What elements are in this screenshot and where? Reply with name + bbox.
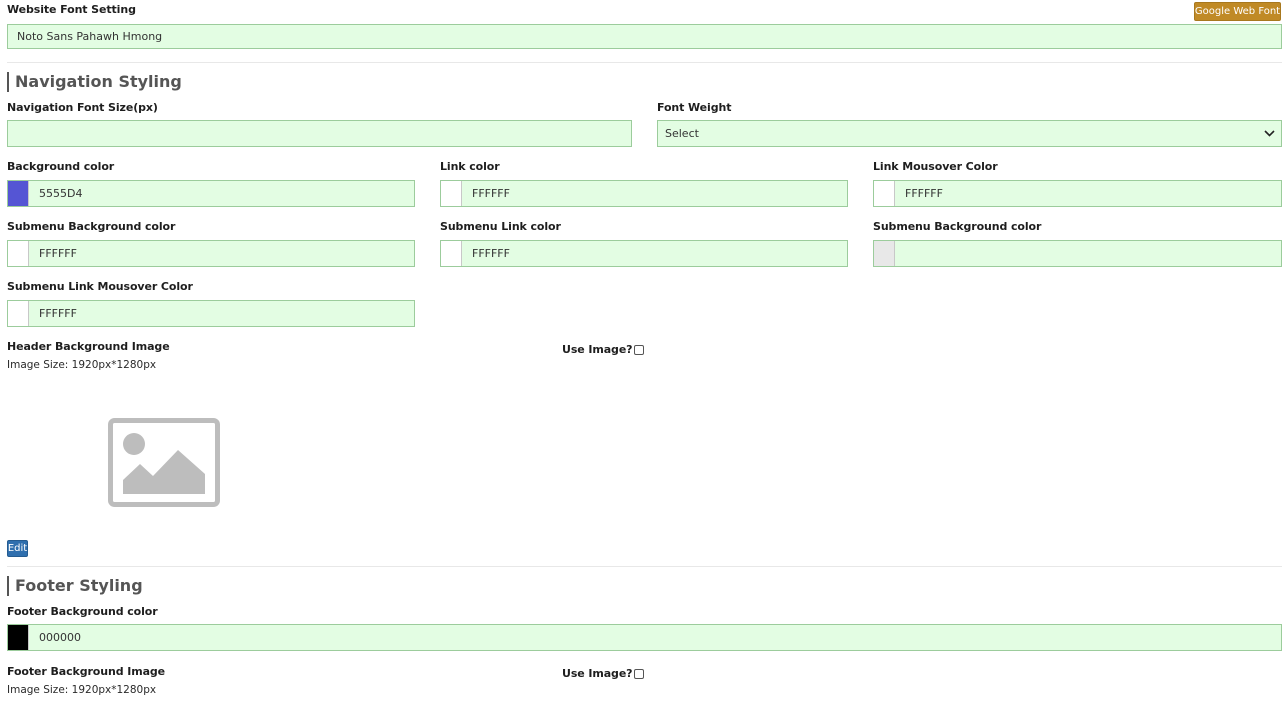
- chevron-down-icon: [1264, 130, 1281, 137]
- font-weight-label: Font Weight: [657, 101, 732, 114]
- submenu-link-mouseover-color-field[interactable]: FFFFFF: [7, 300, 415, 327]
- header-use-image-checkbox[interactable]: [634, 344, 645, 355]
- submenu-bg-color-2-swatch[interactable]: [874, 241, 895, 266]
- footer-bg-color-label: Footer Background color: [7, 605, 158, 618]
- submenu-link-mouseover-color-swatch[interactable]: [8, 301, 29, 326]
- submenu-bg-color-field[interactable]: FFFFFF: [7, 240, 415, 267]
- nav-bg-color-swatch[interactable]: [8, 181, 29, 206]
- submenu-link-color-label: Submenu Link color: [440, 220, 561, 233]
- submenu-bg-color-2-value: [895, 241, 905, 266]
- footer-bg-image-size: Image Size: 1920px*1280px: [7, 684, 157, 696]
- website-font-value: Noto Sans Pahawh Hmong: [17, 30, 163, 43]
- footer-bg-color-field[interactable]: 000000: [7, 624, 1282, 651]
- header-bg-image-size: Image Size: 1920px*1280px: [7, 359, 157, 371]
- navigation-section-title: Navigation Styling: [7, 72, 182, 92]
- footer-use-image-control: Use Image?: [562, 667, 645, 680]
- footer-bg-color-value: 000000: [39, 631, 81, 644]
- google-web-font-button[interactable]: Google Web Font: [1194, 2, 1281, 21]
- footer-section-title: Footer Styling: [7, 576, 143, 596]
- nav-font-size-label: Navigation Font Size(px): [7, 101, 158, 114]
- link-mouseover-color-field[interactable]: FFFFFF: [873, 180, 1282, 207]
- submenu-link-color-value: FFFFFF: [472, 247, 510, 260]
- footer-bg-image-label: Footer Background Image: [7, 665, 166, 678]
- font-weight-select[interactable]: Select: [657, 120, 1282, 147]
- image-placeholder-icon: [108, 418, 220, 507]
- submenu-link-color-swatch[interactable]: [441, 241, 462, 266]
- divider: [7, 62, 1282, 63]
- edit-button[interactable]: Edit: [7, 540, 28, 557]
- nav-font-size-input[interactable]: [7, 120, 632, 147]
- submenu-bg-color-value: FFFFFF: [39, 247, 77, 260]
- link-color-value: FFFFFF: [472, 187, 510, 200]
- submenu-link-color-field[interactable]: FFFFFF: [440, 240, 848, 267]
- divider: [7, 566, 1282, 567]
- footer-bg-color-swatch[interactable]: [8, 625, 29, 650]
- footer-use-image-checkbox[interactable]: [634, 668, 645, 679]
- font-weight-value: Select: [665, 127, 699, 140]
- website-font-input[interactable]: Noto Sans Pahawh Hmong: [7, 24, 1282, 49]
- link-color-label: Link color: [440, 160, 500, 173]
- footer-use-image-label: Use Image?: [562, 667, 633, 680]
- link-color-swatch[interactable]: [441, 181, 462, 206]
- link-mouseover-color-swatch[interactable]: [874, 181, 895, 206]
- nav-bg-color-label: Background color: [7, 160, 115, 173]
- header-use-image-control: Use Image?: [562, 343, 645, 356]
- submenu-bg-color-label: Submenu Background color: [7, 220, 176, 233]
- header-bg-image-label: Header Background Image: [7, 340, 170, 353]
- link-mouseover-color-label: Link Mousover Color: [873, 160, 998, 173]
- submenu-link-mouseover-color-value: FFFFFF: [39, 307, 77, 320]
- submenu-bg-color-2-field[interactable]: [873, 240, 1282, 267]
- link-color-field[interactable]: FFFFFF: [440, 180, 848, 207]
- nav-bg-color-field[interactable]: 5555D4: [7, 180, 415, 207]
- website-font-label: Website Font Setting: [7, 3, 136, 16]
- nav-bg-color-value: 5555D4: [39, 187, 83, 200]
- submenu-link-mouseover-color-label: Submenu Link Mousover Color: [7, 280, 193, 293]
- link-mouseover-color-value: FFFFFF: [905, 187, 943, 200]
- submenu-bg-color-swatch[interactable]: [8, 241, 29, 266]
- submenu-bg-color-2-label: Submenu Background color: [873, 220, 1042, 233]
- header-use-image-label: Use Image?: [562, 343, 633, 356]
